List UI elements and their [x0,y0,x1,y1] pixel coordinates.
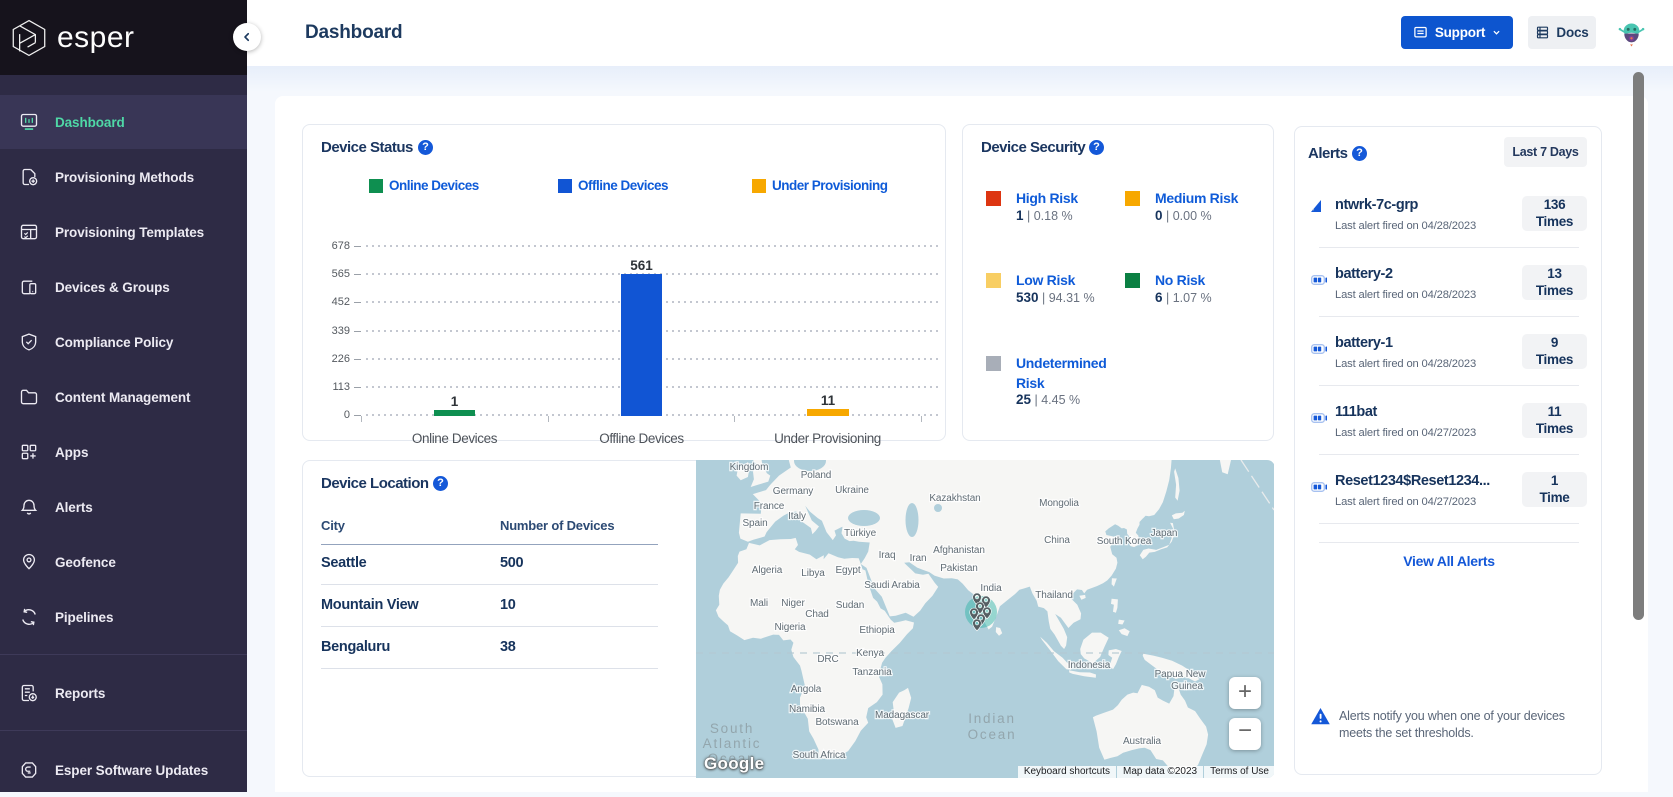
svg-text:Mali: Mali [750,598,768,609]
svg-text:DRC: DRC [817,654,838,665]
svg-text:Kenya: Kenya [856,648,884,659]
svg-text:Namibia: Namibia [789,704,826,715]
svg-text:Poland: Poland [801,470,832,481]
svg-text:Spain: Spain [742,518,767,529]
svg-text:Nigeria: Nigeria [775,622,807,633]
svg-text:Ukraine: Ukraine [835,485,869,496]
svg-text:Sudan: Sudan [836,600,864,611]
svg-text:Kazakhstan: Kazakhstan [929,493,980,504]
svg-text:Egypt: Egypt [835,565,860,576]
svg-text:Madagascar: Madagascar [875,710,930,721]
svg-text:Thailand: Thailand [1035,590,1073,601]
svg-text:Ethiopia: Ethiopia [859,625,895,636]
svg-text:Kingdom: Kingdom [730,462,769,473]
svg-text:Japan: Japan [1151,528,1178,539]
svg-text:Saudi Arabia: Saudi Arabia [864,580,920,591]
svg-text:Afghanistan: Afghanistan [933,545,985,556]
svg-text:Papua New: Papua New [1155,669,1207,680]
svg-text:Indonesia: Indonesia [1068,660,1111,671]
svg-text:Tanzania: Tanzania [852,667,892,678]
svg-text:Mongolia: Mongolia [1039,498,1079,509]
svg-text:Australia: Australia [1123,736,1162,747]
svg-text:South: South [710,721,754,736]
svg-text:South Korea: South Korea [1097,536,1152,547]
svg-text:Atlantic: Atlantic [703,736,762,751]
svg-text:Niger: Niger [781,598,805,609]
svg-text:Pakistan: Pakistan [940,563,978,574]
svg-text:China: China [1044,535,1070,546]
svg-text:Italy: Italy [788,511,806,522]
svg-text:Algeria: Algeria [752,565,783,576]
svg-text:Botswana: Botswana [815,717,859,728]
svg-text:Iran: Iran [910,553,927,564]
svg-text:France: France [754,501,785,512]
svg-text:Chad: Chad [805,609,829,620]
svg-text:Angola: Angola [791,684,822,695]
svg-text:Indian: Indian [968,711,1016,726]
svg-text:Guinea: Guinea [1171,681,1203,692]
svg-text:Iraq: Iraq [879,550,896,561]
svg-text:India: India [980,583,1002,594]
svg-text:Libya: Libya [801,568,825,579]
svg-text:Germany: Germany [773,486,814,497]
svg-text:Türkiye: Türkiye [844,528,877,539]
svg-text:Ocean: Ocean [968,727,1017,742]
svg-text:South Africa: South Africa [793,750,846,761]
